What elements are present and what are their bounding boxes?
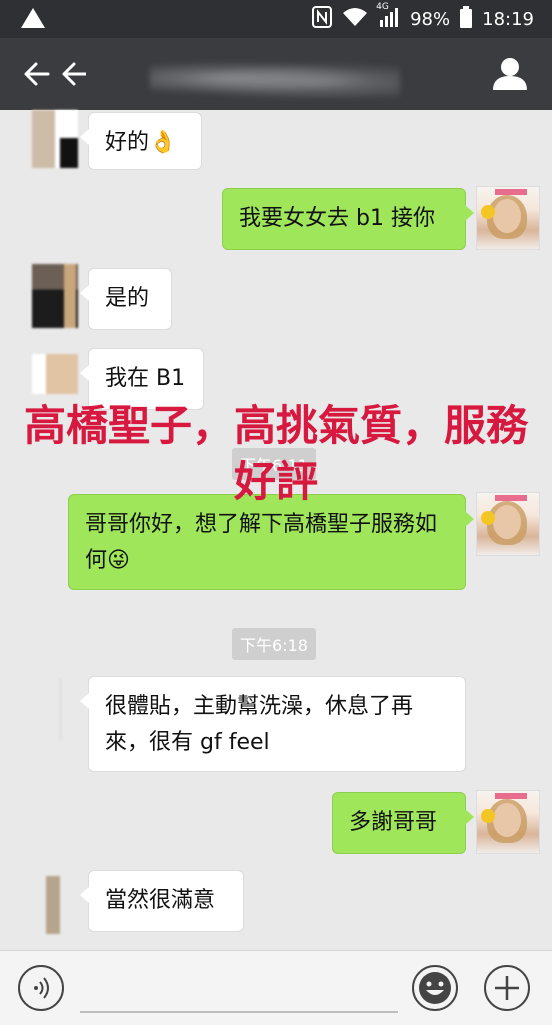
status-icons: 4G 98% 18:19 <box>312 2 534 33</box>
network-type-label: 4G <box>376 2 389 12</box>
message-text: 好的👌 <box>105 130 177 155</box>
message-bubble[interactable]: 當然很滿意 <box>80 870 244 932</box>
chat-title-blurred <box>150 58 400 98</box>
person-icon <box>493 58 527 90</box>
message-text: 哥哥你好，想了解下高橋聖子服務如何😜 <box>85 512 438 573</box>
message-text: 很體貼，主動幫洗澡，休息了再來，很有 gf feel <box>105 694 414 755</box>
message-text: 多謝哥哥 <box>349 810 438 835</box>
message-text: 當然很滿意 <box>105 888 216 913</box>
smiley-icon <box>419 972 451 1004</box>
message-bubble[interactable]: 很體貼，主動幫洗澡，休息了再來，很有 gf feel <box>80 676 466 772</box>
status-bar: 4G 98% 18:19 <box>0 0 552 38</box>
overlay-caption: 高橋聖子，高挑氣質，服務 好評 <box>0 398 552 510</box>
message-bubble[interactable]: 是的 <box>80 268 172 330</box>
message-input[interactable] <box>80 1011 398 1013</box>
warning-icon <box>20 6 46 34</box>
overlay-line-2: 好評 <box>233 457 318 506</box>
input-bar <box>0 950 552 1025</box>
voice-button[interactable] <box>18 965 64 1011</box>
back-button[interactable] <box>22 58 88 90</box>
emoji-button[interactable] <box>412 965 458 1011</box>
battery-percent: 98% <box>410 9 451 30</box>
wifi-icon <box>342 7 368 32</box>
battery-icon <box>460 6 473 33</box>
chat-header <box>0 38 552 110</box>
message-bubble[interactable]: 多謝哥哥 <box>332 792 474 854</box>
overlay-line-1: 高橋聖子，高挑氣質，服務 <box>23 401 528 450</box>
message-bubble[interactable]: 我要女女去 b1 接你 <box>222 188 474 250</box>
more-button[interactable] <box>484 965 530 1011</box>
contact-avatar[interactable] <box>32 678 78 740</box>
timestamp-text: 下午6:18 <box>240 636 308 655</box>
nfc-icon <box>312 6 333 33</box>
clock: 18:19 <box>482 9 534 30</box>
contact-avatar[interactable] <box>32 354 78 394</box>
my-avatar[interactable] <box>476 790 540 854</box>
message-text: 我在 B1 <box>105 366 186 391</box>
my-avatar[interactable] <box>476 186 540 250</box>
voice-icon <box>34 977 49 999</box>
signal-icon: 4G <box>376 2 400 33</box>
timestamp: 下午6:18 <box>232 628 316 660</box>
plus-icon <box>495 976 519 1000</box>
contact-avatar[interactable] <box>32 264 78 328</box>
back-arrow-icon <box>24 62 88 86</box>
profile-button[interactable] <box>490 56 530 92</box>
message-bubble[interactable]: 好的👌 <box>80 112 202 170</box>
contact-avatar[interactable] <box>32 110 78 168</box>
message-text: 是的 <box>105 286 150 311</box>
contact-avatar[interactable] <box>14 876 60 934</box>
message-text: 我要女女去 b1 接你 <box>239 206 435 231</box>
